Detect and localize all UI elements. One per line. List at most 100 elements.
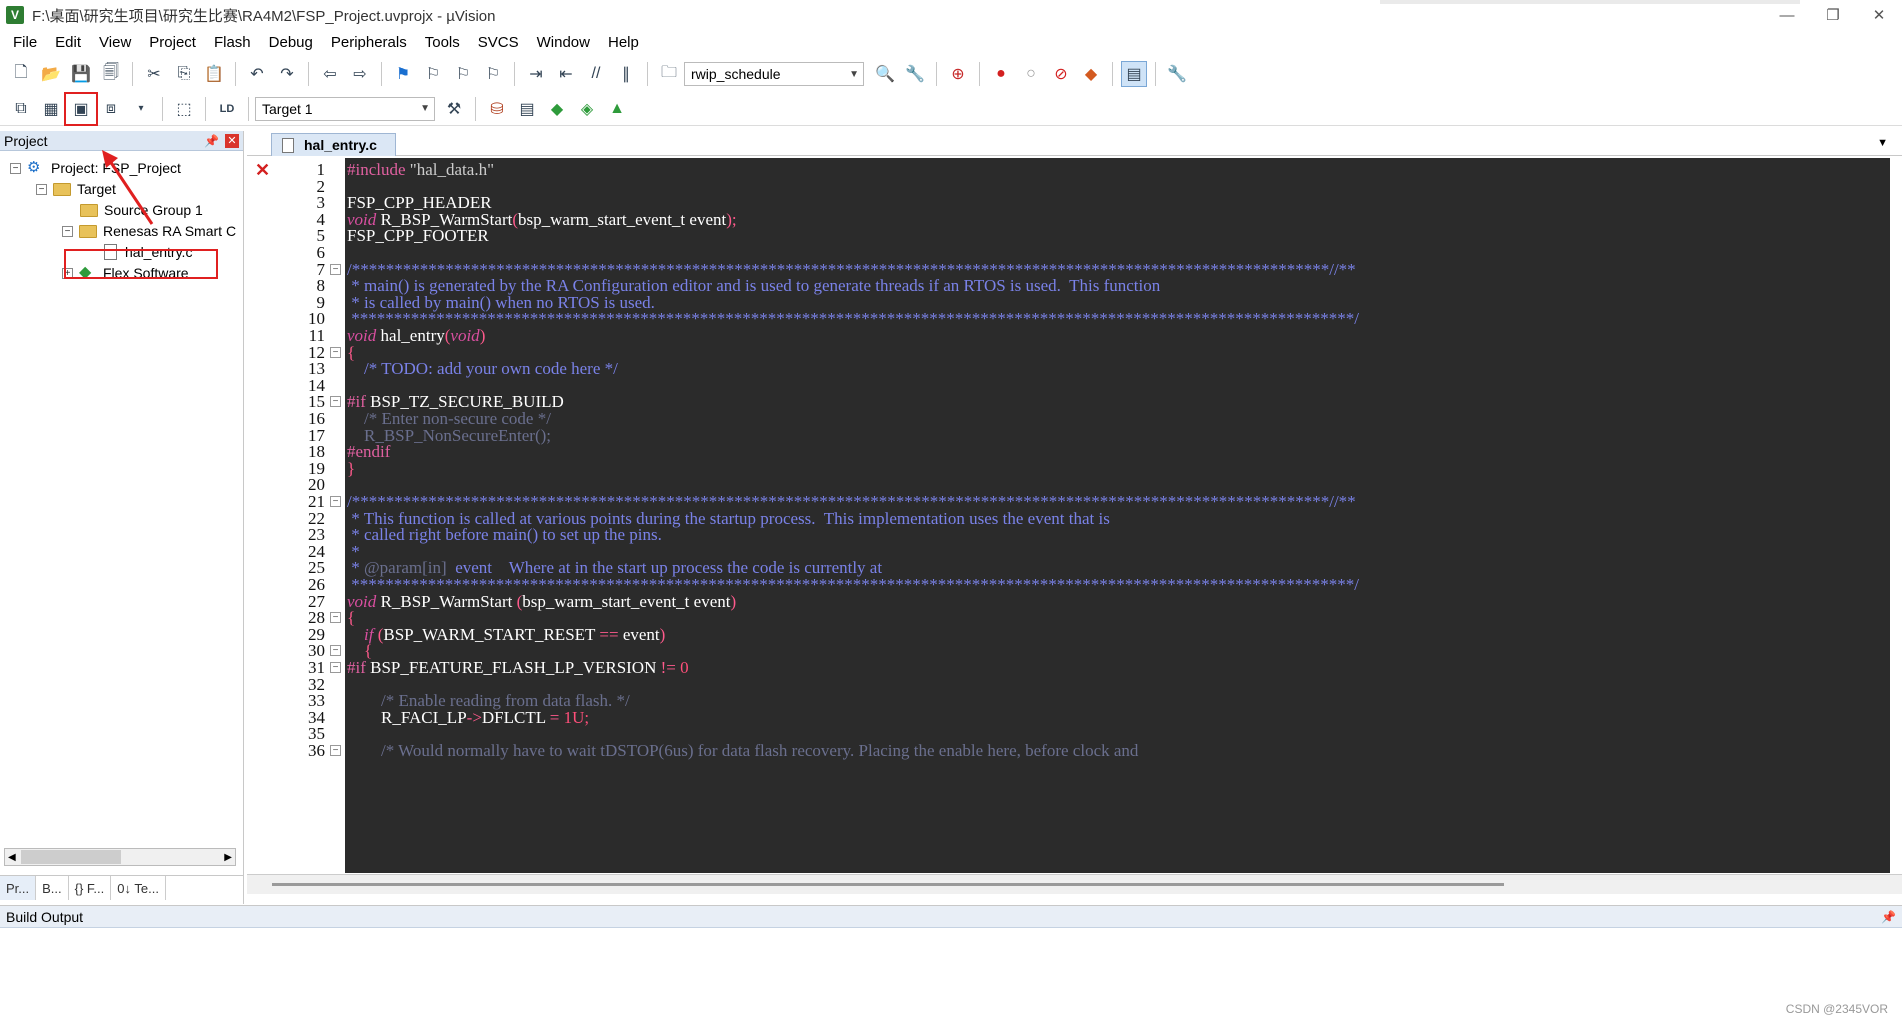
cut-icon[interactable]: ✂: [141, 61, 167, 87]
fold-toggle-icon[interactable]: −: [330, 645, 341, 657]
project-pane-title: Project: [4, 132, 48, 149]
code-line[interactable]: #if BSP_FEATURE_FLASH_LP_VERSION != 0: [347, 658, 689, 678]
breakpoint-kill-all-icon[interactable]: ◆: [1078, 61, 1104, 87]
code-line[interactable]: /* Would normally have to wait tDSTOP(6u…: [347, 741, 1138, 761]
rebuild-icon[interactable]: ▣: [64, 91, 98, 126]
scrollbar-thumb[interactable]: [272, 883, 1504, 886]
batch-build-icon[interactable]: ⧈: [98, 96, 124, 122]
tab-list-dropdown-icon[interactable]: ▼: [1877, 137, 1888, 149]
tab-templates[interactable]: 0↓ Te...: [111, 876, 166, 900]
code-line[interactable]: }: [347, 459, 355, 479]
bookmark-prev-icon[interactable]: ⚐: [420, 61, 446, 87]
fold-toggle-icon[interactable]: −: [330, 612, 341, 624]
editor-horizontal-scrollbar[interactable]: [247, 874, 1902, 894]
code-line[interactable]: void hal_entry(void): [347, 326, 485, 346]
menu-peripherals[interactable]: Peripherals: [322, 30, 416, 56]
load-icon[interactable]: LD: [214, 96, 240, 122]
collapse-icon[interactable]: −: [36, 183, 47, 195]
new-file-icon[interactable]: 🗋: [8, 61, 34, 87]
breakpoint-disable-all-icon[interactable]: ⊘: [1048, 61, 1074, 87]
fold-toggle-icon[interactable]: −: [330, 662, 341, 673]
window-layout-icon[interactable]: ▤: [1121, 61, 1147, 87]
open-file-icon[interactable]: 📂: [38, 61, 64, 87]
target-combo[interactable]: Target 1 ▼: [255, 96, 435, 121]
redo-icon[interactable]: ↷: [274, 61, 300, 87]
code-line[interactable]: if (BSP_WARM_START_RESET == event): [347, 625, 665, 645]
fold-toggle-icon[interactable]: −: [330, 496, 341, 507]
undo-icon[interactable]: ↶: [244, 61, 270, 87]
project-horizontal-scrollbar[interactable]: ◀ ▶: [4, 848, 236, 866]
title-bar-overlay: [1380, 0, 1800, 4]
unindent-icon[interactable]: ⇤: [553, 61, 579, 87]
collapse-icon[interactable]: −: [62, 225, 73, 237]
restore-button[interactable]: ❐: [1810, 0, 1856, 30]
close-pane-icon[interactable]: ✕: [225, 133, 239, 148]
find-combo[interactable]: rwip_schedule ▼: [684, 62, 864, 86]
code-editor[interactable]: #include "hal_data.h" FSP_CPP_HEADER void …: [345, 158, 1890, 873]
menu-project[interactable]: Project: [140, 30, 205, 56]
paste-icon[interactable]: 📋: [201, 61, 227, 87]
code-line[interactable]: FSP_CPP_FOOTER: [347, 226, 489, 246]
code-line[interactable]: #include "hal_data.h": [347, 160, 494, 180]
build-icon[interactable]: ▦: [38, 96, 64, 122]
pack-installer-icon[interactable]: ◆: [544, 96, 570, 122]
configure-icon[interactable]: 🔧: [1164, 61, 1190, 87]
scrollbar-thumb[interactable]: [21, 850, 121, 864]
download-icon[interactable]: ⬚: [171, 96, 197, 122]
fold-toggle-icon[interactable]: −: [330, 346, 341, 358]
code-line[interactable]: /* TODO: add your own code here */: [347, 359, 618, 379]
start-debug-icon[interactable]: ⊕: [945, 61, 971, 87]
menu-window[interactable]: Window: [528, 30, 599, 56]
save-all-icon[interactable]: 🗐: [98, 61, 124, 87]
code-line[interactable]: ****************************************…: [347, 309, 1359, 329]
fold-toggle-icon[interactable]: −: [330, 263, 341, 275]
code-line[interactable]: R_FACI_LP->DFLCTL = 1U;: [347, 708, 589, 728]
copy-icon[interactable]: ⎘: [171, 61, 197, 87]
incremental-find-icon[interactable]: 🔧: [902, 61, 928, 87]
scroll-left-icon[interactable]: ◀: [5, 852, 19, 863]
indent-icon[interactable]: ⇥: [523, 61, 549, 87]
bookmark-toggle-icon[interactable]: ⚑: [390, 61, 416, 87]
pin-icon[interactable]: 📌: [1881, 910, 1896, 924]
menu-view[interactable]: View: [90, 30, 140, 56]
pin-icon[interactable]: 📌: [204, 134, 219, 148]
find-in-files-icon[interactable]: 🗀: [656, 61, 682, 87]
close-window-button[interactable]: ✕: [1856, 0, 1902, 30]
menu-file[interactable]: File: [4, 30, 46, 56]
tab-project[interactable]: Pr...: [0, 876, 37, 900]
bookmark-clear-icon[interactable]: ⚐: [480, 61, 506, 87]
breakpoint-insert-icon[interactable]: ●: [988, 61, 1014, 87]
menu-flash[interactable]: Flash: [205, 30, 260, 56]
manage-packs-icon[interactable]: ▤: [514, 96, 540, 122]
fsp-configurator-icon[interactable]: ▲: [604, 96, 630, 122]
code-line[interactable]: * called right before main() to set up t…: [347, 525, 662, 545]
stop-build-icon[interactable]: ▾: [128, 96, 154, 122]
translate-icon[interactable]: ⧉: [8, 96, 34, 122]
tab-functions[interactable]: {} F...: [69, 876, 112, 900]
code-line[interactable]: void R_BSP_WarmStart (bsp_warm_start_eve…: [347, 592, 736, 612]
comment-icon[interactable]: //: [583, 61, 609, 87]
fold-toggle-icon[interactable]: −: [330, 745, 341, 756]
menu-svcs[interactable]: SVCS: [469, 30, 528, 56]
bookmark-next-icon[interactable]: ⚐: [450, 61, 476, 87]
minimize-button[interactable]: —: [1764, 0, 1810, 30]
code-token: event: [618, 624, 660, 644]
fold-toggle-icon[interactable]: −: [330, 396, 341, 408]
run-time-environment-icon[interactable]: ◈: [574, 96, 600, 122]
breakpoint-disable-icon[interactable]: ○: [1018, 61, 1044, 87]
manage-project-items-icon[interactable]: ⛁: [484, 96, 510, 122]
scroll-right-icon[interactable]: ▶: [221, 852, 235, 863]
tab-hal-entry[interactable]: hal_entry.c: [271, 133, 396, 156]
save-icon[interactable]: 💾: [68, 61, 94, 87]
menu-debug[interactable]: Debug: [260, 30, 322, 56]
uncomment-icon[interactable]: ∥: [613, 61, 639, 87]
target-options-icon[interactable]: ⚒: [441, 96, 467, 122]
navigate-back-icon[interactable]: ⇦: [317, 61, 343, 87]
collapse-icon[interactable]: −: [10, 162, 21, 174]
menu-tools[interactable]: Tools: [416, 30, 469, 56]
find-icon[interactable]: 🔍: [872, 61, 898, 87]
navigate-forward-icon[interactable]: ⇨: [347, 61, 373, 87]
menu-edit[interactable]: Edit: [46, 30, 90, 56]
menu-help[interactable]: Help: [599, 30, 648, 56]
tab-books[interactable]: B...: [36, 876, 69, 900]
